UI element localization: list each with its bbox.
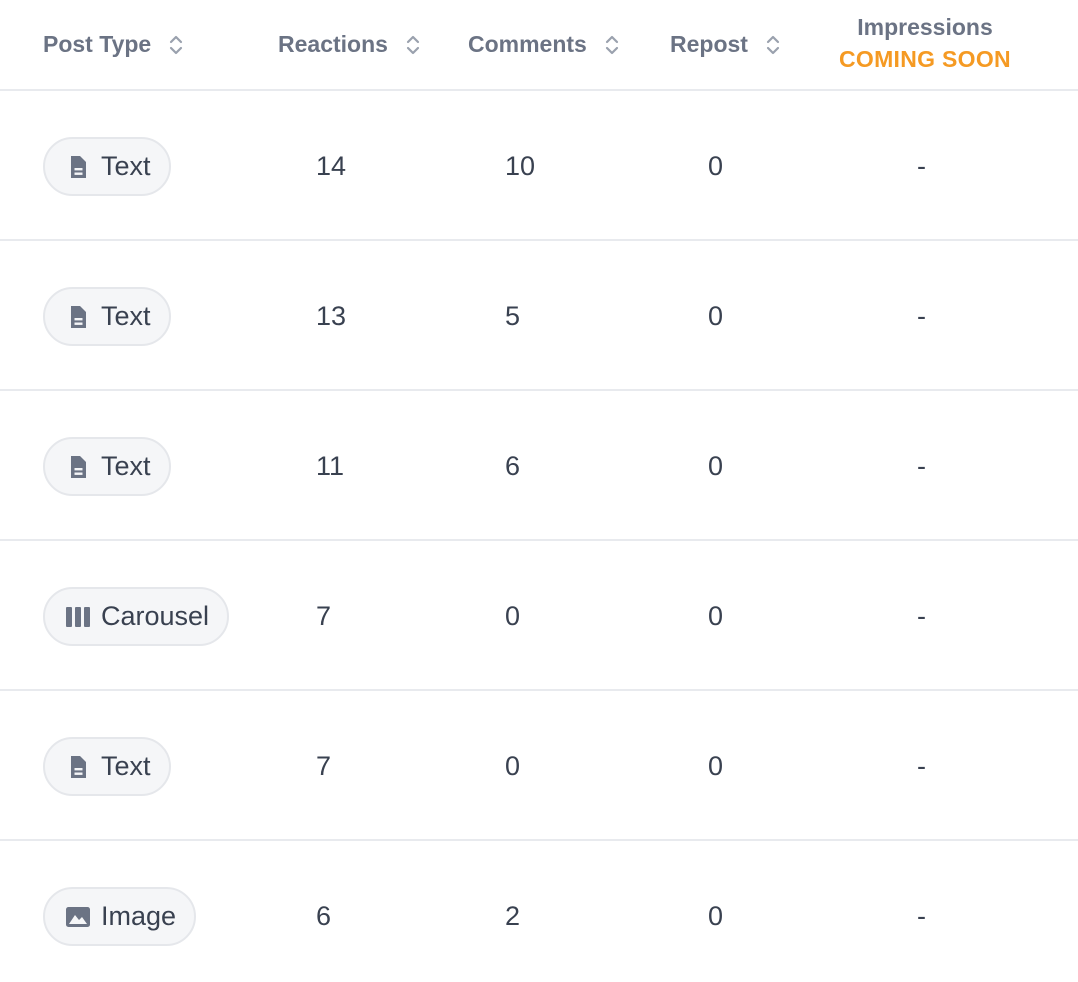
document-icon — [71, 305, 86, 328]
sort-icon[interactable] — [169, 33, 183, 57]
comments-cell: 6 — [505, 450, 521, 481]
document-icon — [71, 155, 86, 178]
sort-icon[interactable] — [766, 33, 780, 57]
document-icon — [71, 755, 86, 778]
table-header: Post Type Reactions Comments Repost Impr… — [0, 0, 1078, 91]
post-type-label: Text — [101, 301, 151, 331]
repost-cell: 0 — [708, 900, 724, 931]
impressions-cell: - — [917, 300, 926, 331]
reactions-cell: 14 — [316, 150, 347, 181]
post-type-pill: Carousel — [43, 587, 230, 646]
comments-cell: 10 — [505, 150, 536, 181]
reactions-cell: 13 — [316, 300, 347, 331]
post-type-pill: Text — [43, 437, 171, 496]
post-type-label: Image — [101, 901, 177, 931]
post-type-pill: Text — [43, 137, 171, 196]
column-header-label: Repost — [670, 31, 748, 57]
comments-cell: 2 — [505, 900, 521, 931]
table-row[interactable]: Text 7 0 0 - — [0, 691, 1078, 841]
reactions-cell: 7 — [316, 600, 332, 631]
reactions-cell: 7 — [316, 750, 332, 781]
column-header-label: Post Type — [43, 31, 152, 57]
table-row[interactable]: Carousel 7 0 0 - — [0, 541, 1078, 691]
reactions-cell: 6 — [316, 900, 332, 931]
table-row[interactable]: Text 14 10 0 - — [0, 91, 1078, 241]
post-type-label: Text — [101, 151, 151, 181]
repost-cell: 0 — [708, 300, 724, 331]
sort-icon[interactable] — [406, 33, 420, 57]
sort-icon[interactable] — [605, 33, 619, 57]
table-row[interactable]: Image 6 2 0 - — [0, 841, 1078, 982]
impressions-cell: - — [917, 450, 926, 481]
column-header-repost[interactable]: Repost — [670, 0, 780, 89]
impressions-cell: - — [917, 750, 926, 781]
document-icon — [71, 455, 86, 478]
post-type-pill: Image — [43, 887, 197, 946]
image-icon — [66, 906, 90, 927]
post-type-label: Text — [101, 451, 151, 481]
impressions-cell: - — [917, 150, 926, 181]
table-row[interactable]: Text 11 6 0 - — [0, 391, 1078, 541]
impressions-cell: - — [917, 900, 926, 931]
column-header-comments[interactable]: Comments — [468, 0, 619, 89]
comments-cell: 0 — [505, 750, 521, 781]
post-type-label: Carousel — [101, 601, 210, 631]
repost-cell: 0 — [708, 600, 724, 631]
post-type-pill: Text — [43, 737, 171, 796]
coming-soon-badge: COMING SOON — [839, 45, 1011, 72]
column-header-label: Impressions — [857, 13, 993, 40]
posts-table: Post Type Reactions Comments Repost Impr… — [0, 0, 1078, 982]
comments-cell: 5 — [505, 300, 521, 331]
carousel-icon — [66, 606, 90, 627]
column-header-reactions[interactable]: Reactions — [278, 0, 420, 89]
repost-cell: 0 — [708, 150, 724, 181]
column-header-impressions: Impressions COMING SOON — [800, 0, 1050, 87]
reactions-cell: 11 — [316, 450, 345, 481]
comments-cell: 0 — [505, 600, 521, 631]
repost-cell: 0 — [708, 450, 724, 481]
post-type-label: Text — [101, 751, 151, 781]
column-header-label: Comments — [468, 31, 587, 57]
table-row[interactable]: Text 13 5 0 - — [0, 241, 1078, 391]
impressions-cell: - — [917, 600, 926, 631]
post-type-pill: Text — [43, 287, 171, 346]
repost-cell: 0 — [708, 750, 724, 781]
column-header-label: Reactions — [278, 31, 388, 57]
column-header-post-type[interactable]: Post Type — [43, 0, 183, 89]
